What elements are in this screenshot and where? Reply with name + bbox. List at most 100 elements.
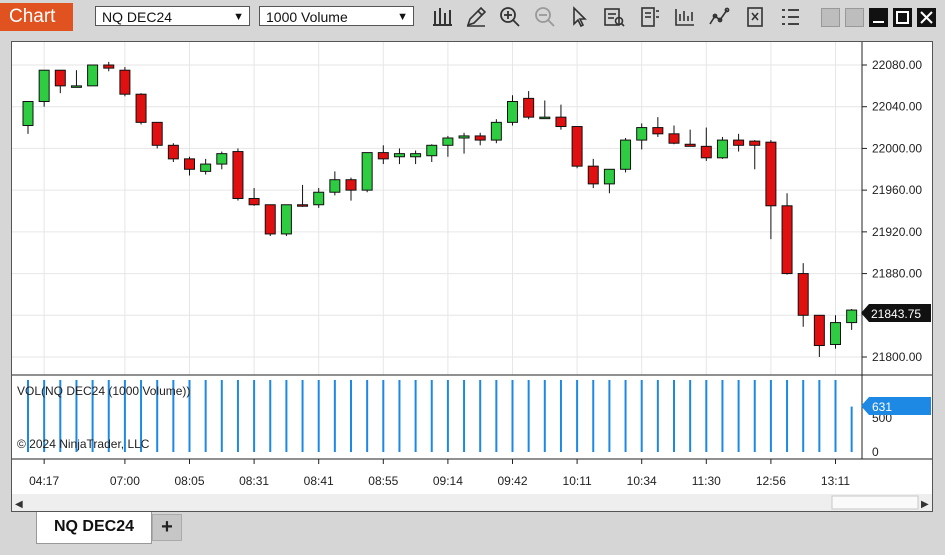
volume-bar <box>576 380 579 452</box>
candle <box>636 123 648 150</box>
candle <box>846 309 858 330</box>
properties-icon[interactable] <box>638 5 662 29</box>
volume-bar <box>737 380 740 452</box>
volume-bar <box>463 380 466 452</box>
candle <box>523 91 535 120</box>
volume-bar <box>705 380 708 452</box>
volume-bar <box>673 380 675 452</box>
candle <box>830 315 841 349</box>
volume-bar <box>753 380 756 452</box>
candle <box>587 158 599 189</box>
candle <box>54 69 66 94</box>
candle <box>716 136 728 159</box>
volume-bar <box>350 380 352 452</box>
candle <box>620 138 632 173</box>
data-box-icon[interactable] <box>602 5 626 29</box>
scroll-left-icon: ◀ <box>15 499 23 510</box>
candle <box>539 100 551 120</box>
minimize-button[interactable] <box>869 8 888 27</box>
price-axis-label: 22040.00 <box>872 100 922 114</box>
time-axis-label: 13:11 <box>821 474 850 488</box>
candle <box>410 150 422 165</box>
volume-bar <box>689 380 692 452</box>
candle <box>555 104 567 130</box>
candle <box>232 148 244 201</box>
volume-bar <box>317 380 320 452</box>
app-title: Chart <box>0 3 73 31</box>
volume-bar <box>479 380 482 452</box>
candle <box>474 132 486 146</box>
volume-bar <box>285 380 288 452</box>
maximize-icon <box>896 11 909 24</box>
candle <box>70 70 82 88</box>
candle <box>313 188 325 208</box>
strategies-icon[interactable] <box>673 5 697 29</box>
pin-button[interactable] <box>821 8 840 27</box>
chart-window[interactable]: 22080.00 22040.00 22000.00 21960.00 21920.00… <box>11 41 933 512</box>
instrument-selector[interactable]: NQ DEC24 ▼ <box>95 6 250 26</box>
scroll-thumb <box>831 495 919 510</box>
volume-bar <box>220 380 223 452</box>
chevron-down-icon: ▼ <box>397 11 408 23</box>
time-axis-label: 09:14 <box>433 474 463 488</box>
horizontal-scrollbar[interactable]: ◀ ▶ <box>12 494 932 511</box>
volume-bar <box>850 406 853 452</box>
last-price-label: 21843.75 <box>871 307 921 321</box>
volume-bar <box>802 380 805 452</box>
candle <box>797 263 809 327</box>
candle <box>200 158 212 175</box>
candle <box>184 156 195 176</box>
candle <box>248 188 260 206</box>
minimize-icon <box>873 21 884 23</box>
volume-bar <box>269 380 272 452</box>
candle <box>458 132 470 154</box>
close-button[interactable] <box>917 8 936 27</box>
time-axis-label: 10:34 <box>627 474 657 488</box>
bar-type-icon[interactable] <box>430 5 454 29</box>
templates-icon[interactable] <box>778 5 802 29</box>
volume-bar <box>382 380 385 452</box>
time-axis-label: 08:05 <box>174 474 204 488</box>
volume-bar <box>414 380 417 452</box>
price-axis-label: 21960.00 <box>872 183 922 197</box>
volume-bar <box>430 380 433 452</box>
time-axis-label: 11:30 <box>692 474 721 488</box>
chart-trader-icon[interactable] <box>743 5 767 29</box>
time-axis-label: 12:56 <box>756 474 786 488</box>
volume-bar <box>543 380 546 452</box>
candle <box>103 61 115 72</box>
maximize-button[interactable] <box>893 8 912 27</box>
pointer-icon[interactable] <box>567 5 591 29</box>
link-button[interactable] <box>845 8 864 27</box>
candle <box>652 117 664 137</box>
volume-bar <box>527 380 530 452</box>
indicators-icon[interactable] <box>707 5 731 29</box>
tab-nq-dec24[interactable]: NQ DEC24 <box>36 512 152 544</box>
candle <box>216 151 228 170</box>
price-axis-label: 21800.00 <box>872 350 922 364</box>
volume-bar <box>511 380 514 452</box>
candle <box>813 314 825 357</box>
volume-bar <box>721 380 724 452</box>
chart-canvas[interactable]: 22080.00 22040.00 22000.00 21960.00 21920.00… <box>12 42 932 511</box>
volume-bar <box>624 380 627 452</box>
candle <box>700 127 712 161</box>
price-axis-label: 21920.00 <box>872 225 922 239</box>
add-tab-button[interactable]: + <box>152 514 182 541</box>
volume-bar <box>236 380 239 452</box>
zoom-out-icon[interactable] <box>533 5 557 29</box>
time-axis-label: 08:41 <box>304 474 334 488</box>
candle <box>781 193 793 275</box>
scroll-right-icon: ▶ <box>921 499 929 510</box>
candle <box>668 125 680 145</box>
time-axis-label: 08:31 <box>239 474 269 488</box>
candle <box>135 93 147 125</box>
time-axis-label: 07:00 <box>110 474 140 488</box>
zoom-in-icon[interactable] <box>498 5 522 29</box>
volume-bar <box>495 380 498 452</box>
time-axis-label: 10:11 <box>563 474 592 488</box>
period-selector[interactable]: 1000 Volume ▼ <box>259 6 414 26</box>
candle <box>22 101 34 134</box>
pencil-draw-icon[interactable] <box>464 5 488 29</box>
volume-bar <box>834 380 837 452</box>
